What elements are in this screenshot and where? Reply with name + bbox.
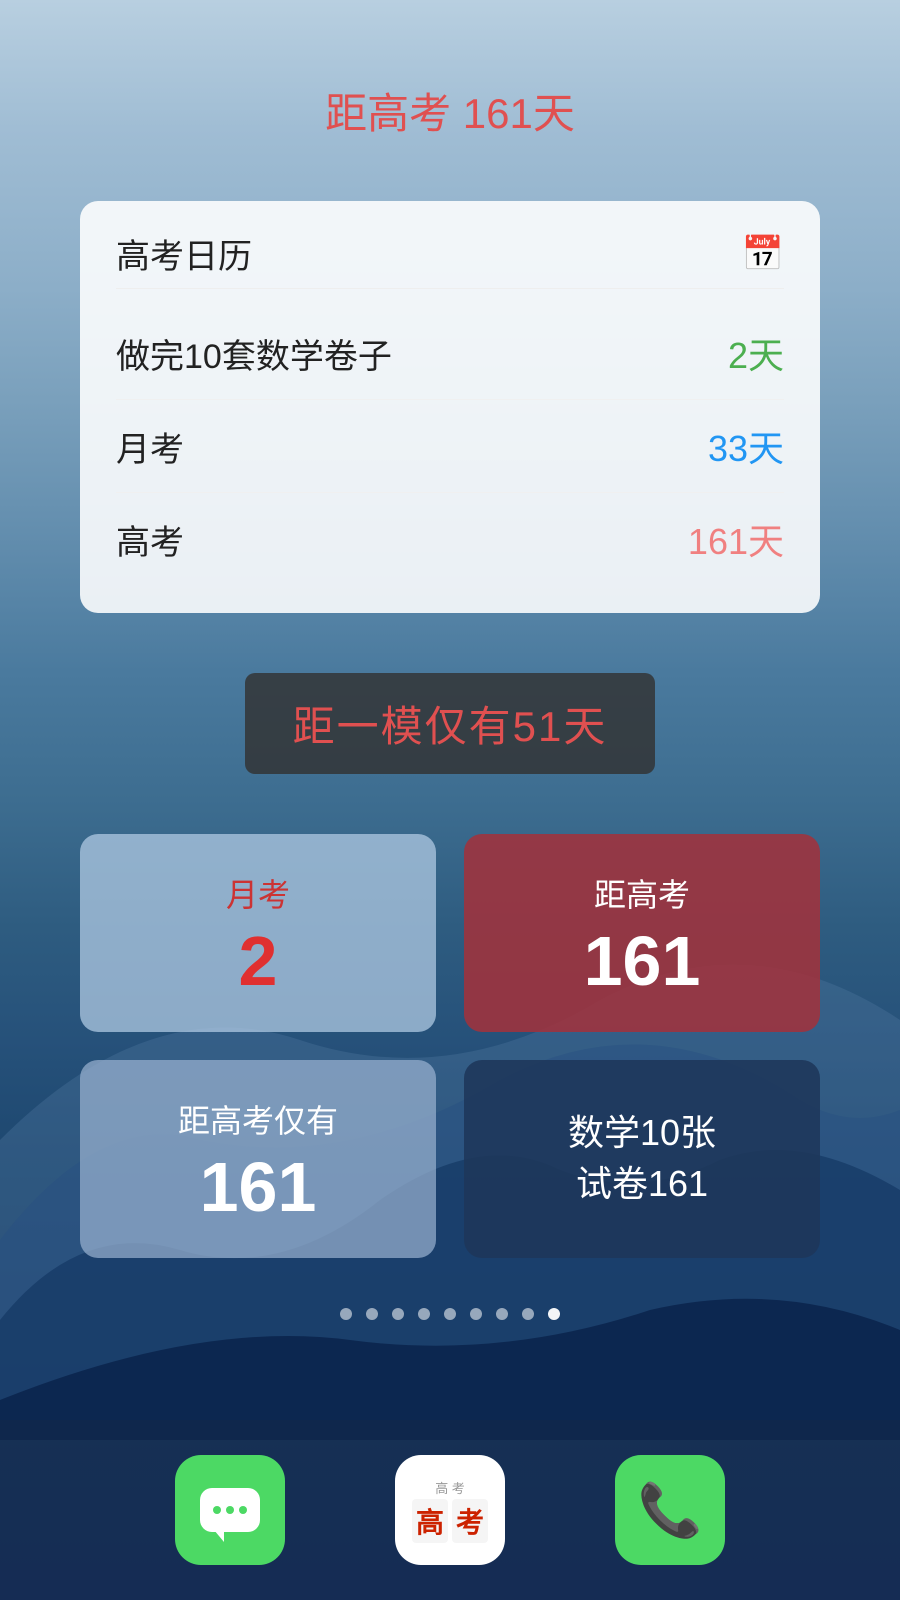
widget-shuxue-content: 数学10张 试卷161 [568,1110,716,1208]
widget-yuekao-number: 2 [239,926,278,996]
top-countdown-label: 距高考 161天 [325,90,575,137]
card-row-label-1: 月考 [116,422,184,471]
card-row-2: 高考 161天 [116,493,784,585]
card-row-0: 做完10套数学卷子 2天 [116,307,784,400]
widget-shuxue-line2: 试卷161 [576,1161,708,1208]
dot-2 [392,1308,404,1320]
card-row-1: 月考 33天 [116,400,784,493]
dot-5 [470,1308,482,1320]
banner-text: 距一模仅有51天 [293,703,608,750]
dot-7 [522,1308,534,1320]
dot-3 [418,1308,430,1320]
dot-6 [496,1308,508,1320]
card-row-value-0: 2天 [728,327,784,379]
card-row-value-2: 161天 [688,513,784,565]
dot-0 [340,1308,352,1320]
widget-jugaokao-jinyou[interactable]: 距高考仅有 161 [80,1060,436,1258]
gaokao-app-top: 高 考 [435,1478,465,1497]
widget-shuxue-line1: 数学10张 [568,1110,716,1157]
gaokao-app-chars: 高 考 [412,1499,488,1543]
card-widget: 高考日历 📅 做完10套数学卷子 2天 月考 33天 高考 161天 [80,201,820,613]
gaokao-char-kao: 考 [452,1499,488,1543]
widget-shuxue[interactable]: 数学10张 试卷161 [464,1060,820,1258]
card-row-label-0: 做完10套数学卷子 [116,329,392,378]
phone-icon: 📞 [638,1480,703,1541]
calendar-icon: 📅 [742,234,784,274]
gaokao-char-gao: 高 [412,1499,448,1543]
top-countdown: 距高考 161天 [325,80,575,141]
widget-yuekao-label: 月考 [226,870,290,916]
messages-bubble [200,1488,260,1532]
card-header: 高考日历 📅 [116,229,784,289]
card-title: 高考日历 [116,229,252,278]
widget-jugaokao-number: 161 [584,926,701,996]
card-row-value-1: 33天 [708,420,784,472]
msg-dot-2 [226,1506,234,1514]
card-row-label-2: 高考 [116,515,184,564]
gaokao-app-icon[interactable]: 高 考 高 考 [395,1455,505,1565]
dot-4 [444,1308,456,1320]
phone-app-icon[interactable]: 📞 [615,1455,725,1565]
dot-1 [366,1308,378,1320]
widget-jugaokao-jinyou-number: 161 [200,1152,317,1222]
banner[interactable]: 距一模仅有51天 [245,673,656,774]
widget-yuekao[interactable]: 月考 2 [80,834,436,1032]
messages-app-icon[interactable] [175,1455,285,1565]
widget-jugaokao-label: 距高考 [594,870,690,916]
msg-dot-1 [213,1506,221,1514]
page-dots [340,1308,560,1320]
widget-jugugaokao[interactable]: 距高考 161 [464,834,820,1032]
widget-jugaokao-jinyou-label: 距高考仅有 [178,1096,338,1142]
widget-grid: 月考 2 距高考 161 距高考仅有 161 数学10张 试卷161 [80,834,820,1258]
dot-8 [548,1308,560,1320]
dock: 高 考 高 考 📞 [0,1420,900,1600]
msg-dot-3 [239,1506,247,1514]
